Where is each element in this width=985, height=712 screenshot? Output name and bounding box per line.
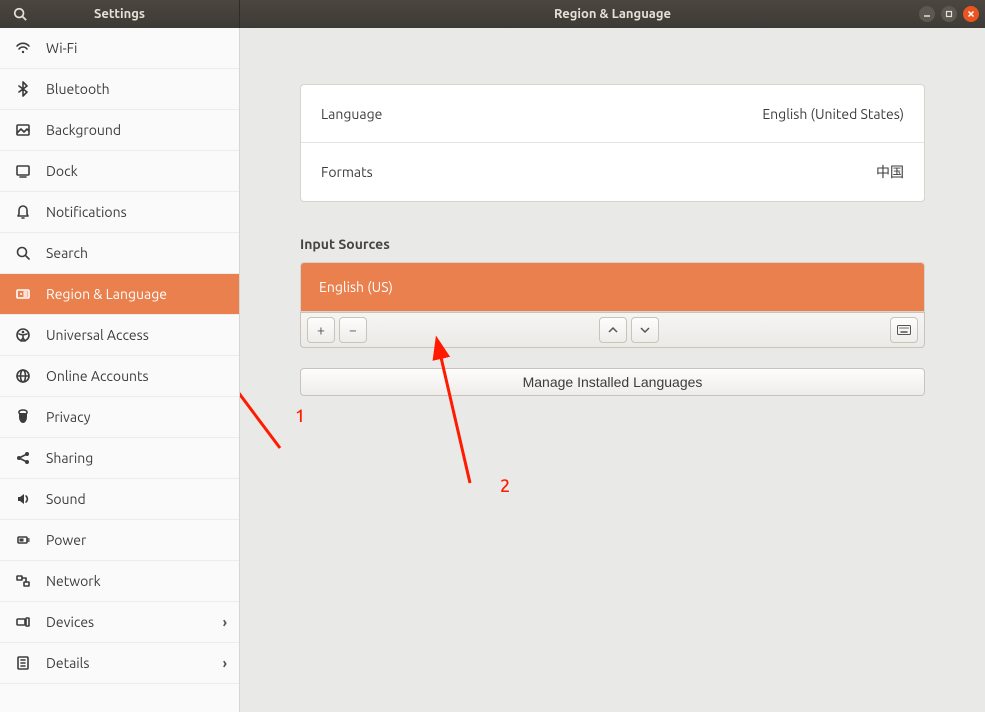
input-sources-heading: Input Sources bbox=[300, 236, 925, 252]
formats-label: Formats bbox=[321, 164, 373, 180]
sidebar-item-label: Universal Access bbox=[46, 327, 149, 343]
sidebar-item-online-accounts[interactable]: Online Accounts bbox=[0, 356, 239, 397]
window-controls bbox=[919, 0, 979, 28]
sidebar-item-label: Bluetooth bbox=[46, 81, 110, 97]
dock-icon bbox=[14, 163, 32, 179]
keyboard-layout-button[interactable] bbox=[890, 317, 918, 343]
chevron-right-icon: › bbox=[223, 614, 227, 630]
settings-main-pane: Language English (United States) Formats… bbox=[240, 28, 985, 712]
keyboard-icon bbox=[897, 325, 911, 335]
sidebar-item-details[interactable]: Details › bbox=[0, 643, 239, 684]
share-icon bbox=[14, 450, 32, 466]
sidebar-item-power[interactable]: Power bbox=[0, 520, 239, 561]
region-settings-list: Language English (United States) Formats… bbox=[300, 84, 925, 202]
sidebar-item-privacy[interactable]: Privacy bbox=[0, 397, 239, 438]
details-icon bbox=[14, 655, 32, 671]
wifi-icon bbox=[14, 40, 32, 56]
sidebar-item-background[interactable]: Background bbox=[0, 110, 239, 151]
window-title: Region & Language bbox=[240, 7, 985, 21]
sidebar-item-label: Online Accounts bbox=[46, 368, 149, 384]
sidebar-item-network[interactable]: Network bbox=[0, 561, 239, 602]
sidebar-item-wi-fi[interactable]: Wi-Fi bbox=[0, 28, 239, 69]
maximize-button[interactable] bbox=[941, 6, 957, 22]
sidebar-item-dock[interactable]: Dock bbox=[0, 151, 239, 192]
input-sources-list: English (US) bbox=[300, 262, 925, 312]
sidebar-title: Settings bbox=[40, 7, 239, 21]
bell-icon bbox=[14, 204, 32, 220]
remove-input-source-button[interactable]: − bbox=[339, 317, 367, 343]
sidebar-item-label: Network bbox=[46, 573, 101, 589]
sidebar-item-label: Search bbox=[46, 245, 88, 261]
search-icon bbox=[14, 245, 32, 261]
network-icon bbox=[14, 573, 32, 589]
sidebar-item-label: Devices bbox=[46, 614, 94, 630]
privacy-icon bbox=[14, 409, 32, 425]
minimize-icon bbox=[923, 10, 931, 18]
chevron-right-icon: › bbox=[223, 655, 227, 671]
language-value: English (United States) bbox=[762, 106, 904, 122]
formats-value: 中国 bbox=[876, 162, 904, 182]
formats-row[interactable]: Formats 中国 bbox=[301, 143, 924, 201]
sidebar-item-region-language[interactable]: Region & Language bbox=[0, 274, 239, 315]
sound-icon bbox=[14, 491, 32, 507]
sidebar-item-label: Sound bbox=[46, 491, 86, 507]
minimize-button[interactable] bbox=[919, 6, 935, 22]
sidebar-item-label: Details bbox=[46, 655, 89, 671]
sidebar-item-universal-access[interactable]: Universal Access bbox=[0, 315, 239, 356]
sidebar-item-search[interactable]: Search bbox=[0, 233, 239, 274]
sidebar-item-label: Privacy bbox=[46, 409, 90, 425]
input-source-row[interactable]: English (US) bbox=[301, 263, 924, 311]
sidebar-item-bluetooth[interactable]: Bluetooth bbox=[0, 69, 239, 110]
titlebar-sidebar: Settings bbox=[0, 0, 240, 28]
bluetooth-icon bbox=[14, 81, 32, 97]
input-sources-toolbar: + − bbox=[300, 312, 925, 348]
sidebar-item-sharing[interactable]: Sharing bbox=[0, 438, 239, 479]
chevron-down-icon bbox=[640, 325, 650, 335]
add-input-source-button[interactable]: + bbox=[307, 317, 335, 343]
power-icon bbox=[14, 532, 32, 548]
sidebar-item-devices[interactable]: Devices › bbox=[0, 602, 239, 643]
sidebar-item-sound[interactable]: Sound bbox=[0, 479, 239, 520]
close-button[interactable] bbox=[963, 6, 979, 22]
sidebar-item-label: Dock bbox=[46, 163, 78, 179]
plus-icon: + bbox=[317, 322, 325, 338]
window-titlebar: Settings Region & Language bbox=[0, 0, 985, 28]
maximize-icon bbox=[945, 10, 953, 18]
move-down-button[interactable] bbox=[631, 317, 659, 343]
online-icon bbox=[14, 368, 32, 384]
language-label: Language bbox=[321, 106, 382, 122]
devices-icon bbox=[14, 614, 32, 630]
sidebar-item-notifications[interactable]: Notifications bbox=[0, 192, 239, 233]
sidebar-item-label: Notifications bbox=[46, 204, 127, 220]
sidebar-item-label: Region & Language bbox=[46, 286, 167, 302]
minus-icon: − bbox=[349, 322, 357, 338]
settings-sidebar[interactable]: Wi-Fi Bluetooth Background Dock Notification… bbox=[0, 28, 240, 712]
chevron-up-icon bbox=[608, 325, 618, 335]
annotation-number-2: 2 bbox=[500, 476, 510, 496]
search-button[interactable] bbox=[0, 0, 40, 28]
language-row[interactable]: Language English (United States) bbox=[301, 85, 924, 143]
sidebar-item-label: Background bbox=[46, 122, 121, 138]
manage-languages-label: Manage Installed Languages bbox=[523, 374, 703, 390]
accessibility-icon bbox=[14, 327, 32, 343]
manage-installed-languages-button[interactable]: Manage Installed Languages bbox=[300, 368, 925, 396]
sidebar-item-label: Power bbox=[46, 532, 86, 548]
close-icon bbox=[967, 10, 975, 18]
sidebar-item-label: Wi-Fi bbox=[46, 40, 77, 56]
input-source-label: English (US) bbox=[319, 279, 393, 295]
background-icon bbox=[14, 122, 32, 138]
sidebar-item-label: Sharing bbox=[46, 450, 93, 466]
annotation-number-1: 1 bbox=[295, 406, 305, 426]
move-up-button[interactable] bbox=[599, 317, 627, 343]
region-icon bbox=[14, 286, 32, 302]
search-icon bbox=[13, 7, 27, 21]
